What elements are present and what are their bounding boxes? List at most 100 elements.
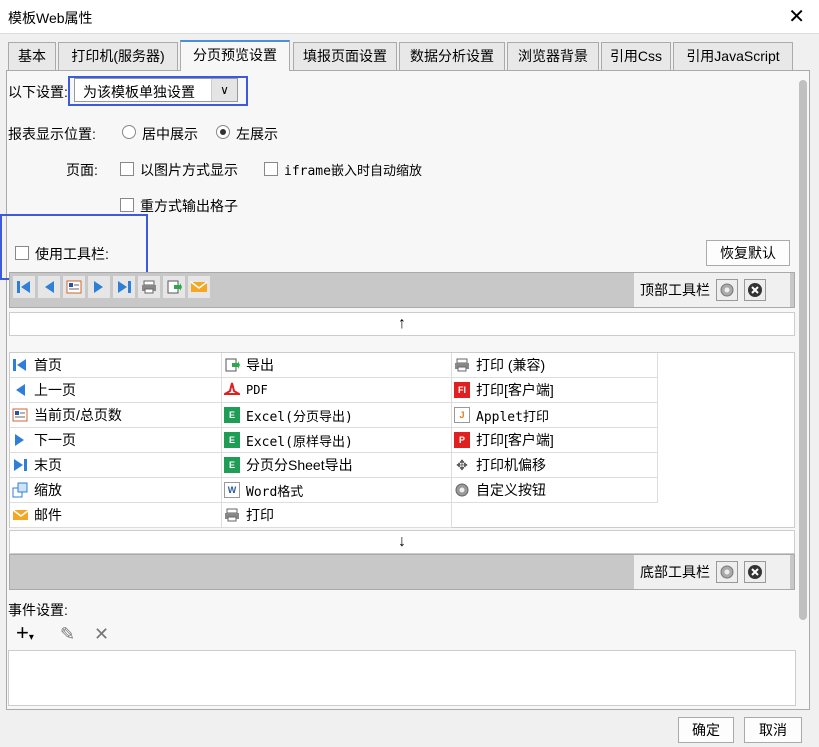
page-count-icon[interactable] — [63, 276, 85, 298]
item-sheet-export[interactable]: E 分页分Sheet导出 — [222, 453, 452, 478]
scrollbar-thumb[interactable] — [799, 80, 807, 620]
print-icon — [224, 507, 240, 523]
events-list[interactable] — [8, 650, 796, 706]
radio-left-label: 左展示 — [236, 126, 278, 142]
last-page-icon[interactable] — [113, 276, 135, 298]
chevron-down-icon[interactable]: ∨ — [211, 79, 237, 101]
print-icon — [454, 357, 470, 373]
title-bar: 模板Web属性 ✕ — [0, 0, 819, 34]
mail-icon[interactable] — [188, 276, 210, 298]
pdf-icon — [224, 382, 240, 398]
excel-icon: E — [224, 407, 240, 423]
applet-icon: J — [454, 407, 470, 423]
ok-button[interactable]: 确定 — [678, 717, 734, 743]
item-excel-original[interactable]: E Excel(原样导出) — [222, 428, 452, 453]
first-page-icon — [12, 357, 28, 373]
gear-icon — [454, 482, 470, 498]
move-icon: ✥ — [456, 456, 468, 473]
tab-css[interactable]: 引用Css — [601, 42, 671, 70]
bottom-toolbar-label: 底部工具栏 — [640, 564, 710, 580]
close-icon[interactable]: ✕ — [788, 4, 805, 29]
tab-data-analysis[interactable]: 数据分析设置 — [399, 42, 505, 70]
edit-icon[interactable]: ✎ — [60, 624, 75, 645]
tab-page-preview[interactable]: 分页预览设置 — [180, 40, 290, 71]
item-custom-button[interactable]: 自定义按钮 — [452, 478, 658, 503]
item-excel-paged[interactable]: E Excel(分页导出) — [222, 403, 452, 428]
scrollbar[interactable] — [796, 72, 810, 620]
top-toolbar-settings-gear-icon[interactable] — [716, 279, 738, 301]
add-icon[interactable]: +▾ — [16, 622, 34, 649]
tab-browser-background[interactable]: 浏览器背景 — [507, 42, 599, 70]
checkbox-iframe[interactable] — [264, 162, 278, 176]
radio-center-label: 居中展示 — [142, 126, 198, 142]
prev-page-icon — [12, 382, 28, 398]
use-toolbar-label: 使用工具栏: — [35, 246, 109, 262]
export-icon — [224, 357, 240, 373]
flash-print-icon: Fl — [454, 382, 470, 398]
excel-icon: E — [224, 432, 240, 448]
word-icon: W — [224, 482, 240, 498]
move-down-arrow-icon[interactable]: ↓ — [9, 530, 795, 554]
tab-fill-page[interactable]: 填报页面设置 — [293, 42, 397, 70]
item-print-client-flash[interactable]: Fl 打印[客户端] — [452, 378, 658, 403]
item-zoom[interactable]: 缩放 — [10, 478, 222, 503]
image-mode-label: 以图片方式显示 — [140, 162, 238, 178]
tab-printer-server[interactable]: 打印机(服务器) — [58, 42, 178, 70]
top-toolbar-label: 顶部工具栏 — [640, 282, 710, 298]
restore-default-button[interactable]: 恢复默认 — [706, 240, 790, 266]
item-last-page[interactable]: 末页 — [10, 453, 222, 478]
top-toolbar-controls: 顶部工具栏 — [634, 273, 790, 307]
delete-icon[interactable]: ✕ — [94, 624, 109, 645]
next-page-icon[interactable] — [88, 276, 110, 298]
settings-label: 以下设置: — [8, 84, 68, 100]
item-first-page[interactable]: 首页 — [10, 353, 222, 378]
top-toolbar-icons — [13, 276, 210, 298]
last-page-icon — [12, 457, 28, 473]
settings-value: 为该模板单独设置 — [83, 84, 195, 100]
radio-center[interactable] — [122, 125, 136, 139]
item-export[interactable]: 导出 — [222, 353, 452, 378]
checkbox-repeat[interactable] — [120, 198, 134, 212]
settings-select[interactable]: 为该模板单独设置 ∨ — [74, 78, 238, 102]
page-count-icon — [12, 407, 28, 423]
item-mail[interactable]: 邮件 — [10, 503, 222, 528]
tab-bar: 基本 打印机(服务器) 分页预览设置 填报页面设置 数据分析设置 浏览器背景 引… — [8, 40, 808, 71]
mail-icon — [12, 507, 28, 523]
item-word[interactable]: W Word格式 — [222, 478, 452, 503]
item-applet-print[interactable]: J Applet打印 — [452, 403, 658, 428]
item-print-compat[interactable]: 打印 (兼容) — [452, 353, 658, 378]
bottom-toolbar-settings-gear-icon[interactable] — [716, 561, 738, 583]
print-icon[interactable] — [138, 276, 160, 298]
top-toolbar: 顶部工具栏 — [9, 272, 795, 308]
move-up-arrow-icon[interactable]: ↑ — [9, 312, 795, 336]
excel-icon: E — [224, 457, 240, 473]
item-prev-page[interactable]: 上一页 — [10, 378, 222, 403]
prev-page-icon[interactable] — [38, 276, 60, 298]
export-icon[interactable] — [163, 276, 185, 298]
bottom-toolbar-controls: 底部工具栏 — [634, 555, 790, 589]
iframe-label: iframe嵌入时自动缩放 — [284, 164, 422, 179]
zoom-icon — [12, 482, 28, 498]
item-next-page[interactable]: 下一页 — [10, 428, 222, 453]
cancel-button[interactable]: 取消 — [744, 717, 802, 743]
pdf-print-icon: P — [454, 432, 470, 448]
bottom-toolbar-remove-icon[interactable] — [744, 561, 766, 583]
top-toolbar-remove-icon[interactable] — [744, 279, 766, 301]
window-title: 模板Web属性 — [8, 10, 93, 26]
tab-javascript[interactable]: 引用JavaScript — [673, 42, 793, 70]
page-label: 页面: — [66, 162, 98, 178]
item-printer-offset[interactable]: ✥ 打印机偏移 — [452, 453, 658, 478]
item-print-client-pdf[interactable]: P 打印[客户端] — [452, 428, 658, 453]
toolbar-items-grid: 首页 上一页 当前页/总页数 下一页 末页 缩放 邮件 导出 PDF E Exce… — [9, 352, 795, 528]
next-page-icon — [12, 432, 28, 448]
first-page-icon[interactable] — [13, 276, 35, 298]
item-print[interactable]: 打印 — [222, 503, 452, 528]
item-pdf[interactable]: PDF — [222, 378, 452, 403]
item-page-count[interactable]: 当前页/总页数 — [10, 403, 222, 428]
radio-left[interactable] — [216, 125, 230, 139]
tab-basic[interactable]: 基本 — [8, 42, 56, 70]
checkbox-use-toolbar[interactable] — [15, 246, 29, 260]
repeat-label: 重方式输出格子 — [140, 198, 238, 214]
bottom-toolbar: 底部工具栏 — [9, 554, 795, 590]
checkbox-image-mode[interactable] — [120, 162, 134, 176]
